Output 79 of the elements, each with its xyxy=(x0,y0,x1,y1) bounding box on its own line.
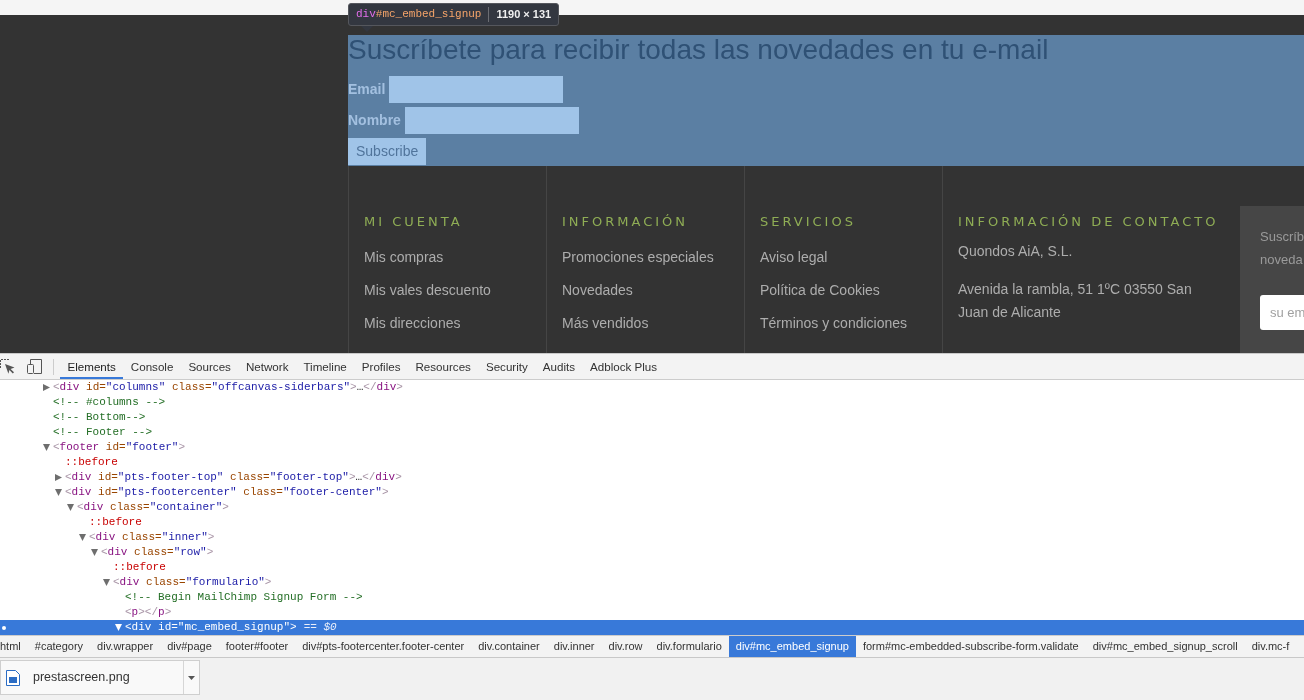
footer-heading: INFORMACIÓN xyxy=(562,214,689,230)
breadcrumb-item[interactable]: div.container xyxy=(471,636,547,657)
breadcrumb-item[interactable]: html xyxy=(0,636,28,657)
dom-node[interactable]: <p></p> xyxy=(125,605,172,620)
devtools-tab[interactable]: Resources xyxy=(408,354,479,379)
disclosure-triangle-icon[interactable] xyxy=(115,624,122,631)
footer-link[interactable]: Política de Cookies xyxy=(760,279,880,300)
dom-node[interactable]: ::before xyxy=(113,560,166,575)
footer-link[interactable]: Promociones especiales xyxy=(562,246,714,267)
image-file-icon xyxy=(6,669,20,686)
disclosure-triangle-icon[interactable] xyxy=(43,444,50,451)
devtools-tab[interactable]: Timeline xyxy=(295,354,355,379)
breadcrumb-item[interactable]: div.row xyxy=(601,636,650,657)
console-reference: == $0 xyxy=(303,620,337,635)
disclosure-triangle-icon[interactable] xyxy=(55,489,62,496)
devtools-tab[interactable]: Sources xyxy=(180,354,239,379)
dom-node[interactable]: <div id="mc_embed_signup"> xyxy=(125,620,297,635)
dom-node[interactable]: <div id="columns" class="offcanvas-siderbars">…</div> xyxy=(53,380,403,395)
dom-node[interactable]: <div class="inner"> xyxy=(89,530,215,545)
download-item[interactable]: prestascreen.png xyxy=(0,660,200,695)
dom-node[interactable]: <!-- Footer --> xyxy=(53,425,153,440)
footer-heading: MI CUENTA xyxy=(364,214,463,230)
footer-heading: INFORMACIÓN DE CONTACTO xyxy=(958,214,1219,230)
footer-link[interactable]: Mis compras xyxy=(364,246,444,267)
breadcrumb-item[interactable]: div.inner xyxy=(546,636,602,657)
breadcrumb-item[interactable]: div#mc_embed_signup_scroll xyxy=(1085,636,1245,657)
breadcrumb-item[interactable]: div.mc-f xyxy=(1244,636,1297,657)
dom-node[interactable]: <div class="container"> xyxy=(77,500,229,515)
dom-node[interactable]: <div id="pts-footer-top" class="footer-top">…</div> xyxy=(65,470,402,485)
dom-node[interactable]: <div id="pts-footercenter" class="footer-center"> xyxy=(65,485,389,500)
tooltip-selector: div#mc_embed_signup xyxy=(356,7,482,23)
contact-text: Quondos AiA, S.L. xyxy=(958,242,1073,261)
footer-link[interactable]: Aviso legal xyxy=(760,246,828,267)
dom-node[interactable]: ::before xyxy=(65,455,118,470)
breadcrumb-item[interactable]: footer#footer xyxy=(218,636,296,657)
footer-link[interactable]: Términos y condiciones xyxy=(760,312,908,333)
text-field[interactable] xyxy=(404,107,579,134)
dom-node[interactable]: ::before xyxy=(89,515,142,530)
footer-link[interactable]: Más vendidos xyxy=(562,312,649,333)
disclosure-triangle-icon[interactable] xyxy=(55,474,62,481)
devtools-tab[interactable]: Console xyxy=(123,354,181,379)
disclosure-triangle-icon[interactable] xyxy=(79,534,86,541)
field-label: Email xyxy=(348,81,386,98)
breadcrumb-item[interactable]: div.formulario xyxy=(649,636,729,657)
device-mode-icon[interactable] xyxy=(27,359,42,374)
inspect-icon[interactable] xyxy=(0,359,15,374)
caret-icon[interactable] xyxy=(188,675,195,680)
text-field[interactable] xyxy=(389,76,564,103)
dom-node[interactable]: <!-- Bottom--> xyxy=(53,410,146,425)
breadcrumb-item[interactable]: form#mc-embedded-subscribe-form.validate xyxy=(855,636,1086,657)
devtools-tab[interactable]: Audits xyxy=(535,354,583,379)
breadcrumb-item[interactable]: div#page xyxy=(160,636,219,657)
footer-link[interactable]: Novedades xyxy=(562,279,633,300)
disclosure-triangle-icon[interactable] xyxy=(43,384,50,391)
breadcrumb-item[interactable]: div#pts-footercenter.footer-center xyxy=(295,636,472,657)
disclosure-triangle-icon[interactable] xyxy=(67,504,74,511)
devtools-tab[interactable]: Adblock Plus xyxy=(582,354,665,379)
footer-link[interactable]: Mis direcciones xyxy=(364,312,461,333)
dom-node[interactable]: <div class="row"> xyxy=(101,545,214,560)
breadcrumb-item[interactable]: #category xyxy=(27,636,91,657)
tooltip-size: 1190 × 131 xyxy=(496,7,552,23)
dom-node[interactable]: <!-- #columns --> xyxy=(53,395,166,410)
breadcrumb-item[interactable]: div#mc_embed_signup xyxy=(728,636,856,657)
breadcrumb-item[interactable]: div.wrapper xyxy=(90,636,161,657)
dom-node[interactable]: <div class="formulario"> xyxy=(113,575,272,590)
devtools-tab[interactable]: Security xyxy=(478,354,536,379)
gutter-dot-icon xyxy=(2,625,6,630)
footer-heading: SERVICIOS xyxy=(760,214,856,230)
disclosure-triangle-icon[interactable] xyxy=(103,579,110,586)
field-label: Nombre xyxy=(348,112,401,129)
contact-text: Avenida la rambla, 51 1ºC 03550 San Juan de Alicante xyxy=(958,280,1193,322)
devtools-tab[interactable]: Network xyxy=(238,354,296,379)
newsletter-text: Suscríb noveda xyxy=(1260,228,1304,269)
email-field[interactable]: su em xyxy=(1260,295,1304,330)
devtools-tab[interactable]: Profiles xyxy=(354,354,408,379)
dom-node[interactable]: <footer id="footer"> xyxy=(53,440,186,455)
dom-node[interactable]: <!-- Begin MailChimp Signup Form --> xyxy=(125,590,363,605)
footer-link[interactable]: Mis vales descuento xyxy=(364,279,491,300)
disclosure-triangle-icon[interactable] xyxy=(91,549,98,556)
